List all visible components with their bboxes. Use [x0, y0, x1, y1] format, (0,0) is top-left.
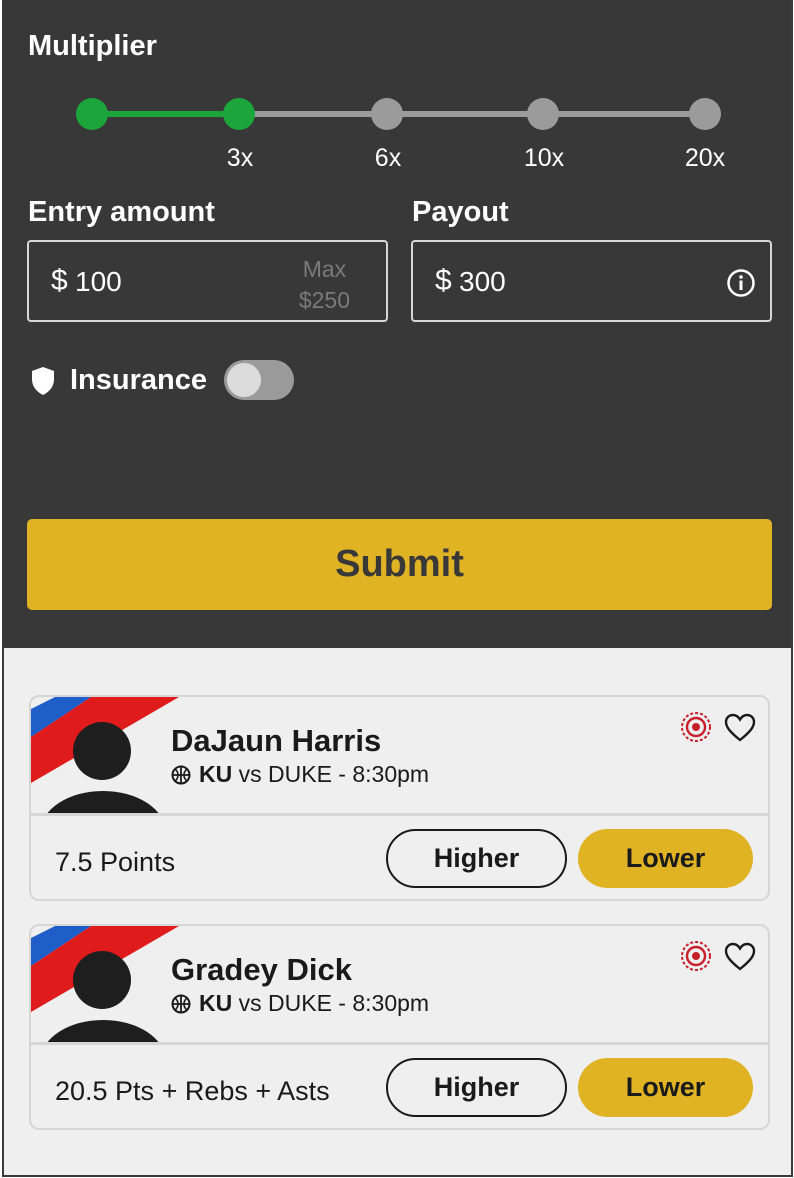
tick-label-20x: 20x [684, 144, 726, 172]
entry-amount-input[interactable] [75, 266, 235, 298]
game-info: KU vs DUKE - 8:30pm [171, 990, 429, 1017]
player-avatar [46, 722, 160, 815]
payout-value: 300 [459, 266, 506, 297]
pick-card: Gradey Dick KU vs DUKE - 8:30pm 20.5 Pts… [29, 924, 770, 1130]
entry-max-hint: Max $250 [299, 254, 350, 316]
basketball-icon [171, 765, 191, 785]
payout-currency-symbol: $ [435, 264, 452, 297]
matchup-time: vs DUKE - 8:30pm [238, 761, 430, 787]
slider-stop-10x[interactable] [527, 98, 559, 130]
shield-icon [32, 367, 54, 395]
card-divider [31, 1042, 768, 1045]
player-name: Gradey Dick [171, 952, 352, 987]
tick-label-3x: 3x [226, 144, 254, 172]
insurance-toggle[interactable] [224, 360, 294, 400]
slider-stop-6x[interactable] [371, 98, 403, 130]
entry-currency-symbol: $ [51, 264, 68, 297]
slider-stop-20x[interactable] [689, 98, 721, 130]
submit-button[interactable]: Submit [27, 519, 772, 610]
higher-button[interactable]: Higher [386, 829, 567, 888]
entry-amount-field[interactable]: $ Max $250 [27, 240, 388, 322]
entry-amount-label: Entry amount [28, 196, 215, 228]
lower-button[interactable]: Lower [578, 1058, 753, 1117]
matchup-time: vs DUKE - 8:30pm [238, 990, 430, 1016]
pick-card: DaJaun Harris KU vs DUKE - 8:30pm 7.5 Po… [29, 695, 770, 901]
heart-icon[interactable] [724, 942, 756, 972]
target-icon[interactable] [680, 711, 712, 743]
team-abbrev: KU [199, 990, 233, 1016]
entry-panel: Multiplier 3x 6x 10x 20x Entry amount $ … [4, 0, 791, 648]
player-avatar [46, 951, 160, 1044]
payout-field: $ 300 [411, 240, 772, 322]
basketball-icon [171, 994, 191, 1014]
info-icon[interactable] [726, 268, 756, 298]
stat-line: 7.5 Points [55, 847, 176, 877]
multiplier-slider[interactable] [4, 96, 791, 136]
pick-card-header: Gradey Dick KU vs DUKE - 8:30pm [31, 926, 768, 1044]
lower-button[interactable]: Lower [578, 829, 753, 888]
heart-icon[interactable] [724, 713, 756, 743]
player-name: DaJaun Harris [171, 723, 382, 758]
multiplier-title: Multiplier [28, 30, 157, 62]
app-frame: Multiplier 3x 6x 10x 20x Entry amount $ … [2, 0, 793, 1177]
slider-stop-3x[interactable] [223, 98, 255, 130]
tick-label-10x: 10x [523, 144, 565, 172]
entry-max-label: Max [302, 256, 347, 282]
entry-max-value: $250 [298, 287, 350, 313]
target-icon[interactable] [680, 940, 712, 972]
team-abbrev: KU [199, 761, 233, 787]
game-info: KU vs DUKE - 8:30pm [171, 761, 429, 788]
slider-track-fill [92, 111, 240, 117]
card-divider [31, 813, 768, 816]
payout-label: Payout [412, 196, 509, 228]
insurance-label: Insurance [70, 364, 207, 396]
tick-label-6x: 6x [374, 144, 402, 172]
higher-button[interactable]: Higher [386, 1058, 567, 1117]
stat-line: 20.5 Pts + Rebs + Asts [55, 1076, 330, 1106]
insurance-toggle-knob [227, 363, 261, 397]
pick-card-header: DaJaun Harris KU vs DUKE - 8:30pm [31, 697, 768, 815]
slider-stop-1x[interactable] [76, 98, 108, 130]
